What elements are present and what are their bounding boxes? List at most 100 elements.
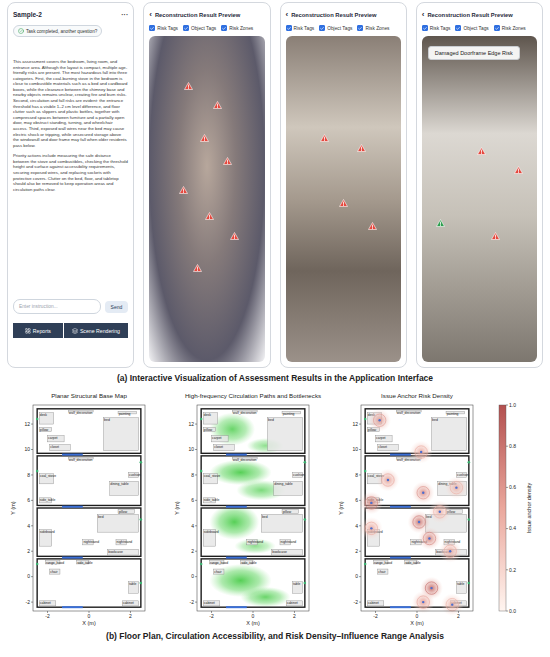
furniture-item: carpet — [376, 436, 393, 442]
door-segment — [62, 557, 83, 559]
furniture-item: side_table — [203, 498, 219, 503]
furniture-item: table — [456, 582, 466, 593]
check-icon — [423, 26, 427, 31]
y-tick: 4 — [191, 523, 197, 529]
room-outline — [201, 456, 305, 506]
menu-button[interactable]: ··· — [121, 11, 128, 18]
layer-checkbox[interactable]: Risk Tags — [149, 25, 178, 31]
checkbox-box[interactable] — [319, 25, 325, 31]
layer-checkbox[interactable]: Risk Zones — [357, 25, 389, 31]
furniture-item: bookcase — [272, 549, 303, 555]
colorbar-label: Issue anchor density — [526, 483, 532, 534]
layer-checkbox[interactable]: Object Tags — [319, 25, 352, 31]
door-segment — [390, 557, 411, 559]
warning-icon[interactable] — [213, 101, 222, 109]
risk-anchor — [418, 527, 441, 550]
scene-render[interactable]: Damaged Doorframe Edge Risk — [422, 36, 537, 362]
svg-text:side_table: side_table — [40, 498, 56, 502]
svg-text:8: 8 — [355, 472, 358, 478]
svg-text:-2: -2 — [209, 613, 214, 619]
warning-icon[interactable] — [357, 144, 366, 152]
warning-icon[interactable] — [436, 219, 445, 227]
checkbox-box[interactable] — [221, 25, 227, 31]
furniture-item: bed — [97, 514, 138, 532]
wall-marker — [304, 461, 307, 464]
checkbox-box[interactable] — [494, 25, 500, 31]
layer-checkbox[interactable]: Risk Zones — [494, 25, 526, 31]
checkbox-box[interactable] — [422, 25, 428, 31]
layer-checkbox[interactable]: Object Tags — [183, 25, 216, 31]
y-tick: -2 — [354, 599, 361, 605]
furniture-item: bookcase — [108, 549, 139, 555]
warning-icon[interactable] — [491, 232, 500, 240]
y-tick: 12 — [352, 421, 361, 427]
warning-icon[interactable] — [205, 212, 214, 220]
preview-header: ‹Reconstruction Result Preview — [286, 8, 401, 21]
warning-icon[interactable] — [223, 157, 232, 165]
warning-icon[interactable] — [200, 134, 209, 142]
wall-marker — [468, 582, 471, 585]
checkbox-box[interactable] — [149, 25, 155, 31]
checkbox-box[interactable] — [183, 25, 189, 31]
warning-icon[interactable] — [179, 186, 188, 194]
furniture-item: dining_table — [274, 481, 303, 495]
back-button[interactable]: ‹ — [422, 11, 425, 19]
back-button[interactable]: ‹ — [286, 11, 289, 19]
furniture-item: wall_decoration — [232, 457, 257, 462]
svg-text:desk: desk — [204, 413, 211, 417]
y-tick: 8 — [27, 472, 33, 478]
warning-icon[interactable] — [193, 264, 202, 272]
room-outline — [201, 559, 305, 607]
furniture-item: side_table — [39, 498, 55, 503]
y-tick: 0 — [355, 573, 361, 579]
warning-icon[interactable] — [184, 82, 193, 90]
back-button[interactable]: ‹ — [149, 11, 152, 19]
furniture-item: coal_stove — [203, 474, 220, 484]
svg-text:nightstand: nightstand — [247, 540, 263, 544]
furniture-item: desk — [39, 413, 54, 424]
furniture-item: nightstand — [247, 540, 263, 545]
colorbar-tick: 0.2 — [506, 567, 516, 573]
checkbox-box[interactable] — [357, 25, 363, 31]
check-icon — [456, 26, 460, 31]
furniture-item: nightstand — [116, 540, 132, 545]
risk-anchor — [360, 517, 383, 540]
checkbox-box[interactable] — [455, 25, 461, 31]
furniture-item: range_hood — [209, 561, 228, 566]
door-segment — [62, 606, 83, 608]
preview-title: Reconstruction Result Preview — [427, 12, 512, 18]
layer-checkbox[interactable]: Risk Zones — [221, 25, 253, 31]
warning-icon[interactable] — [514, 166, 523, 174]
floor-plot: Planar Structural Base Mapwall_decoratio… — [3, 389, 167, 629]
instruction-input[interactable]: Enter instruction... — [13, 299, 101, 314]
svg-text:2: 2 — [457, 613, 460, 619]
layer-checkbox[interactable]: Risk Tags — [286, 25, 315, 31]
nav-button[interactable]: Reports — [13, 323, 63, 338]
svg-text:dining_table: dining_table — [274, 482, 292, 486]
layer-checkbox[interactable]: Risk Tags — [422, 25, 451, 31]
furniture-item: table — [128, 582, 138, 593]
scene-render[interactable] — [149, 36, 264, 362]
scene-render[interactable] — [286, 36, 401, 362]
svg-text:carpet: carpet — [48, 436, 57, 440]
colorbar-tick: 0.8 — [506, 443, 516, 449]
check-icon — [495, 26, 499, 31]
warning-icon[interactable] — [339, 199, 348, 207]
warning-icon[interactable] — [477, 147, 486, 155]
risk-anchor — [428, 500, 451, 523]
preview-header: ‹Reconstruction Result Preview — [149, 8, 264, 21]
x-tick: -2 — [209, 611, 214, 619]
layer-checkbox[interactable]: Object Tags — [455, 25, 488, 31]
svg-text:coal_stove: coal_stove — [40, 474, 56, 478]
checkbox-box[interactable] — [286, 25, 292, 31]
warning-icon[interactable] — [230, 232, 239, 240]
chat-header: Sample-2··· — [13, 8, 128, 20]
risk-anchor — [360, 492, 383, 515]
warning-icon[interactable] — [320, 134, 329, 142]
furniture-item: bed — [261, 514, 302, 532]
warning-icon[interactable] — [368, 222, 377, 230]
send-button[interactable]: Send — [105, 301, 129, 313]
svg-text:10: 10 — [188, 446, 194, 452]
furniture-item: wall_decoration — [396, 410, 421, 415]
nav-button[interactable]: Scene Rendering — [64, 323, 129, 338]
